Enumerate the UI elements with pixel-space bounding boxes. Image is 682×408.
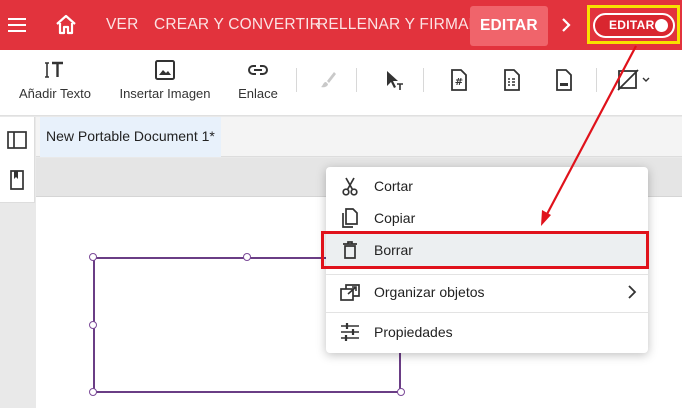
properties-icon <box>341 323 359 341</box>
document-tab[interactable]: New Portable Document 1* <box>40 117 221 157</box>
trash-icon <box>343 241 357 259</box>
link-label: Enlace <box>238 86 278 101</box>
toolbar-divider <box>356 68 357 92</box>
bates-icon[interactable] <box>499 68 523 92</box>
menu-separator <box>326 274 648 275</box>
top-nav-bar: VER CREAR Y CONVERTIR RELLENAR Y FIRMAR … <box>0 0 682 50</box>
nav-tab-view[interactable]: VER <box>106 0 138 50</box>
nav-tab-create-convert[interactable]: CREAR Y CONVERTIR <box>154 0 321 50</box>
menu-item-copy[interactable]: Copiar <box>326 202 648 234</box>
scissors-icon <box>342 177 358 196</box>
edit-toolbar: Añadir Texto Insertar Imagen Enlace # <box>0 50 682 116</box>
image-icon <box>155 60 175 80</box>
nav-tab-edit[interactable]: EDITAR <box>470 6 548 46</box>
link-button[interactable]: Enlace <box>234 50 282 116</box>
nav-tab-fill-sign[interactable]: RELLENAR Y FIRMAR <box>317 0 480 50</box>
menu-separator <box>326 312 648 313</box>
document-tab-bar: New Portable Document 1* <box>36 117 682 157</box>
header-footer-icon[interactable]: # <box>446 68 470 92</box>
shape-icon[interactable] <box>616 68 656 92</box>
resize-handle[interactable] <box>89 253 97 261</box>
panel-icon[interactable] <box>6 129 28 151</box>
menu-item-delete[interactable]: Borrar <box>326 234 648 266</box>
svg-text:#: # <box>455 77 463 88</box>
context-menu: Cortar Copiar Borrar Organizar objetos P… <box>326 167 648 353</box>
add-text-label: Añadir Texto <box>18 86 92 101</box>
insert-image-label: Insertar Imagen <box>119 86 211 101</box>
brush-icon[interactable] <box>316 68 340 92</box>
add-text-button[interactable]: Añadir Texto <box>14 50 96 116</box>
arrange-icon <box>340 284 360 301</box>
resize-handle[interactable] <box>89 388 97 396</box>
page-number-icon[interactable] <box>551 68 575 92</box>
select-text-icon[interactable] <box>382 68 406 92</box>
menu-item-properties[interactable]: Propiedades <box>326 316 648 348</box>
left-sidebar <box>0 117 35 203</box>
bookmark-icon[interactable] <box>6 169 28 191</box>
insert-image-button[interactable]: Insertar Imagen <box>114 50 216 116</box>
toolbar-divider <box>423 68 424 92</box>
menu-label-arrange: Organizar objetos <box>374 284 485 300</box>
link-icon <box>248 65 268 75</box>
chevron-right-icon[interactable] <box>554 13 578 37</box>
chevron-right-icon <box>628 285 637 299</box>
resize-handle[interactable] <box>397 388 405 396</box>
menu-label-copy: Copiar <box>374 210 416 226</box>
copy-icon <box>342 208 358 228</box>
resize-handle[interactable] <box>89 321 97 329</box>
menu-label-properties: Propiedades <box>374 324 453 340</box>
toolbar-divider <box>296 68 297 92</box>
text-icon <box>45 61 63 78</box>
menu-item-arrange[interactable]: Organizar objetos <box>326 276 648 308</box>
menu-item-cut[interactable]: Cortar <box>326 170 648 202</box>
toolbar-divider <box>596 68 597 92</box>
highlight-box-yellow <box>587 5 680 44</box>
menu-label-cut: Cortar <box>374 178 413 194</box>
home-icon[interactable] <box>54 12 78 38</box>
menu-label-delete: Borrar <box>374 242 413 258</box>
resize-handle[interactable] <box>243 253 251 261</box>
hamburger-icon[interactable] <box>4 12 30 38</box>
